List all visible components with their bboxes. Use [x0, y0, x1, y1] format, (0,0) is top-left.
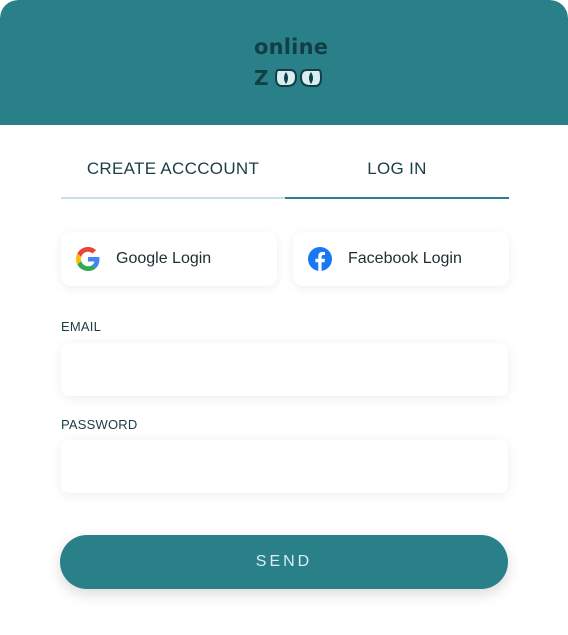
brand-header: online Z: [0, 0, 568, 125]
tab-create-account[interactable]: CREATE ACCCOUNT: [61, 140, 285, 198]
password-field[interactable]: [61, 440, 508, 493]
tab-underline-active: [285, 197, 509, 199]
facebook-login-button[interactable]: Facebook Login: [293, 232, 509, 286]
facebook-icon: [308, 247, 332, 271]
app-logo: online Z: [254, 36, 334, 92]
google-login-button[interactable]: Google Login: [61, 232, 277, 286]
email-label: EMAIL: [61, 319, 102, 334]
tab-underline-inactive: [61, 197, 285, 199]
send-button[interactable]: SEND: [60, 535, 508, 589]
email-field[interactable]: [61, 343, 508, 396]
tab-log-in[interactable]: LOG IN: [285, 140, 509, 198]
logo-wordmark-top: online: [254, 35, 329, 59]
facebook-login-label: Facebook Login: [348, 250, 462, 267]
right-eye-icon: [299, 69, 322, 87]
logo-wordmark-bottom: Z: [254, 66, 325, 90]
login-card: online Z CREATE ACCCOUNT LOG IN Google L…: [0, 0, 568, 635]
left-eye-icon: [274, 69, 297, 87]
logo-letter: Z: [254, 66, 269, 90]
google-login-label: Google Login: [116, 250, 212, 267]
google-icon: [76, 247, 100, 271]
password-label: PASSWORD: [61, 417, 138, 432]
auth-tabs: CREATE ACCCOUNT LOG IN: [61, 140, 509, 200]
